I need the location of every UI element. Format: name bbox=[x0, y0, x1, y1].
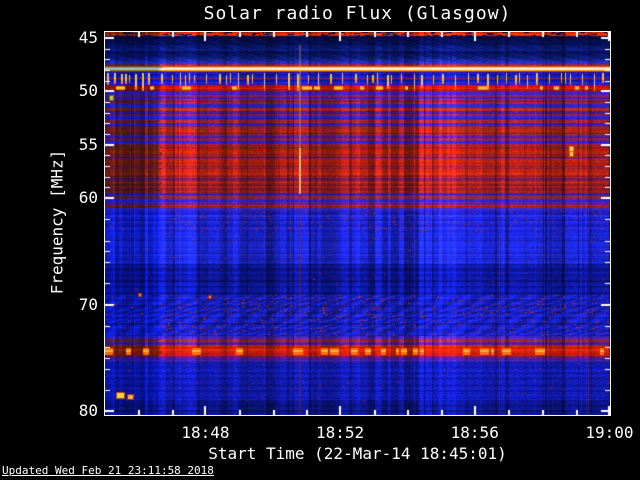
x-tick-label: 18:52 bbox=[316, 423, 365, 442]
x-tick-label: 18:48 bbox=[181, 423, 230, 442]
chart-title: Solar radio Flux (Glasgow) bbox=[203, 3, 512, 24]
y-tick-label: 55 bbox=[78, 134, 98, 154]
y-tick-label: 45 bbox=[78, 28, 98, 48]
updated-timestamp: Updated Wed Feb 21 23:11:58 2018 bbox=[2, 464, 214, 477]
x-axis-label: Start Time (22-Mar-14 18:45:01) bbox=[208, 444, 507, 463]
y-tick-label: 70 bbox=[78, 294, 98, 314]
x-tick-label: 19:00 bbox=[585, 423, 634, 442]
spectrogram-heatmap bbox=[105, 32, 610, 415]
y-tick-label: 80 bbox=[78, 401, 98, 421]
y-tick-label: 50 bbox=[78, 81, 98, 101]
solar-radio-spectrogram-window: Solar radio Flux (Glasgow) Frequency [MH… bbox=[0, 0, 640, 480]
y-axis-label: Frequency [MHz] bbox=[47, 149, 67, 295]
x-tick-label: 18:56 bbox=[450, 423, 499, 442]
y-tick-label: 60 bbox=[78, 188, 98, 208]
